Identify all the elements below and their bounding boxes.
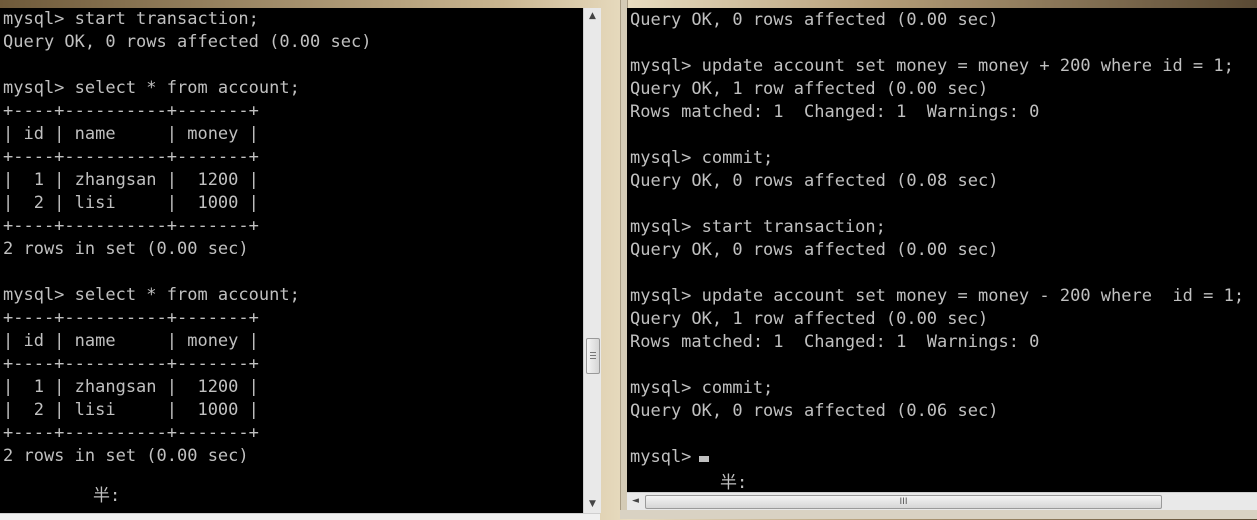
console-line: +----+----------+-------+ xyxy=(3,423,259,443)
console-line: 2 rows in set (0.00 sec) xyxy=(3,239,249,259)
console-line: mysql> commit; xyxy=(630,148,774,168)
console-line: mysql> select * from account; xyxy=(3,285,300,305)
console-line: +----+----------+-------+ xyxy=(3,354,259,374)
prompt-text: mysql> xyxy=(630,447,692,467)
console-line: Query OK, 1 row affected (0.00 sec) xyxy=(630,309,989,329)
text-cursor xyxy=(699,456,710,462)
console-line: | 2 | lisi | 1000 | xyxy=(3,193,259,213)
horizontal-scrollbar[interactable]: ◄ III xyxy=(627,492,1257,511)
console-line: Query OK, 0 rows affected (0.08 sec) xyxy=(630,171,999,191)
ime-status-indicator: 半: xyxy=(720,473,748,493)
console-line: mysql> select * from account; xyxy=(3,78,300,98)
grip-line xyxy=(590,355,596,356)
console-line: Query OK, 1 row affected (0.00 sec) xyxy=(630,79,989,99)
scroll-left-arrow-icon[interactable]: ◄ xyxy=(627,493,644,510)
console-line: Rows matched: 1 Changed: 1 Warnings: 0 xyxy=(630,332,1040,352)
console-line: +----+----------+-------+ xyxy=(3,216,259,236)
scroll-up-arrow-icon[interactable]: ▲ xyxy=(584,8,601,25)
prompt-line[interactable]: mysql> xyxy=(630,446,1244,469)
console-line: Query OK, 0 rows affected (0.00 sec) xyxy=(3,32,372,52)
console-line: Query OK, 0 rows affected (0.06 sec) xyxy=(630,401,999,421)
console-line: mysql> update account set money = money … xyxy=(630,286,1245,306)
console-line: Query OK, 0 rows affected (0.00 sec) xyxy=(630,240,999,260)
vertical-scrollbar[interactable]: ▲ ▼ xyxy=(583,8,601,513)
console-line: 2 rows in set (0.00 sec) xyxy=(3,446,249,466)
console-line: | 2 | lisi | 1000 | xyxy=(3,400,259,420)
console-line: | id | name | money | xyxy=(3,124,259,144)
console-line: Rows matched: 1 Changed: 1 Warnings: 0 xyxy=(630,102,1040,122)
console-line: Query OK, 0 rows affected (0.00 sec) xyxy=(630,10,999,30)
console-line: mysql> commit; xyxy=(630,378,774,398)
console-line: +----+----------+-------+ xyxy=(3,308,259,328)
right-console-window[interactable]: Query OK, 0 rows affected (0.00 sec) mysq… xyxy=(627,8,1257,492)
scrollbar-thumb[interactable]: III xyxy=(645,495,1162,509)
console-line: mysql> update account set money = money … xyxy=(630,56,1234,76)
left-console-window[interactable]: mysql> start transaction; Query OK, 0 row… xyxy=(0,8,583,513)
left-console-output: mysql> start transaction; Query OK, 0 row… xyxy=(3,8,371,468)
console-line: +----+----------+-------+ xyxy=(3,147,259,167)
console-line: mysql> start transaction; xyxy=(630,217,886,237)
right-console-output: Query OK, 0 rows affected (0.00 sec) mysq… xyxy=(630,9,1244,469)
ime-status-indicator: 半: xyxy=(93,486,121,506)
console-line: | id | name | money | xyxy=(3,331,259,351)
console-line: | 1 | zhangsan | 1200 | xyxy=(3,170,259,190)
console-line: | 1 | zhangsan | 1200 | xyxy=(3,377,259,397)
right-window-bottom-edge xyxy=(620,510,1257,519)
scroll-down-arrow-icon[interactable]: ▼ xyxy=(584,496,601,513)
console-line: +----+----------+-------+ xyxy=(3,101,259,121)
console-line: mysql> start transaction; xyxy=(3,9,259,29)
grip-line xyxy=(590,352,596,353)
grip-line xyxy=(590,358,596,359)
scrollbar-thumb[interactable] xyxy=(586,338,600,374)
